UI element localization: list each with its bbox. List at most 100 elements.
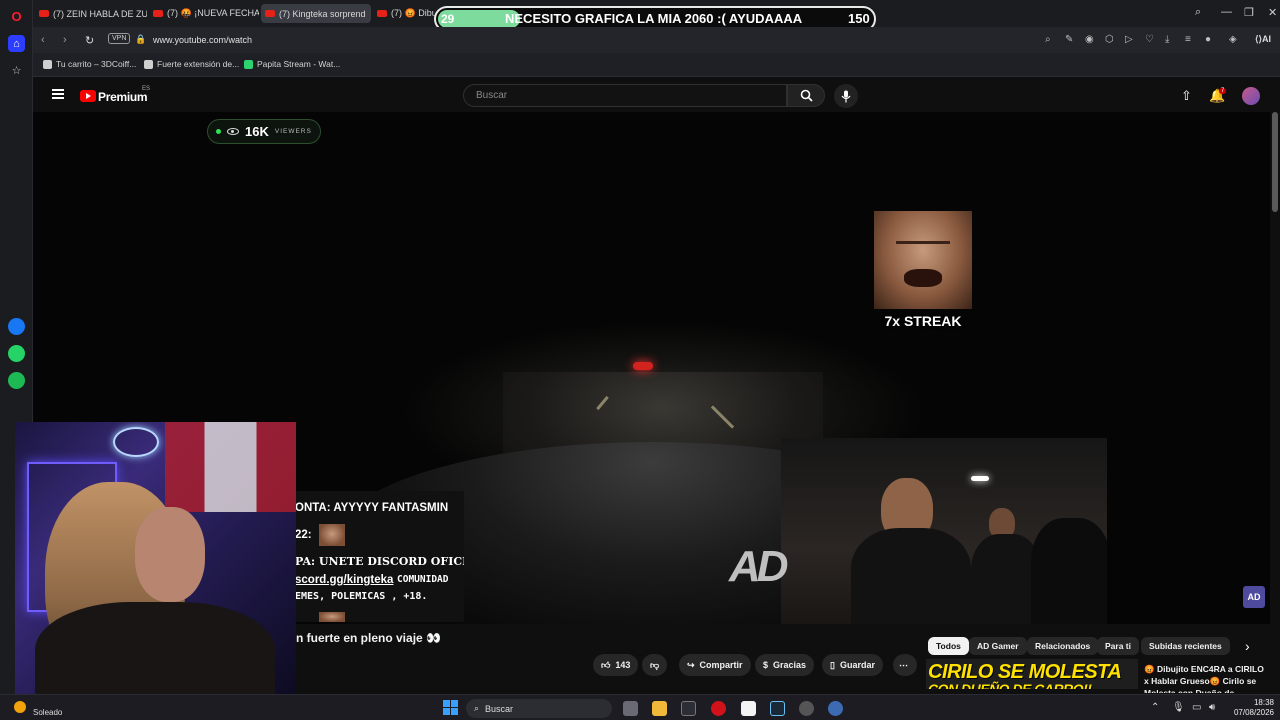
microphone-icon[interactable]: 🎙︎ (1172, 702, 1185, 713)
bookmark-3[interactable]: Papita Stream - Wat... (244, 59, 340, 69)
country-code: ES (142, 86, 151, 92)
edit-icon[interactable]: ✎ (1065, 34, 1073, 45)
live-dot-icon (216, 129, 221, 134)
donation-goal-current: 29 (441, 12, 455, 26)
bookmark-2[interactable]: Fuerte extensión de... (144, 59, 239, 69)
donation-goal-target: 150 (848, 11, 870, 26)
cube-icon[interactable]: ◈ (1229, 34, 1237, 45)
task-view-icon[interactable] (623, 701, 638, 716)
youtube-logo-icon[interactable] (80, 90, 96, 102)
recommended-title[interactable]: 😡 Dibujito ENC4RA a CIRILO x Hablar Grue… (1144, 663, 1264, 693)
shield-icon[interactable]: ⬡ (1105, 34, 1114, 45)
volume-icon[interactable]: 🔊︎ (1209, 702, 1215, 713)
chip-ad-gamer[interactable]: AD Gamer (969, 637, 1027, 655)
vpn-badge[interactable]: VPN (108, 33, 131, 44)
search-icon[interactable]: ⌕ (1045, 34, 1051, 45)
whatsapp-icon[interactable] (8, 345, 25, 362)
dislike-button[interactable]: 👎︎ (642, 654, 668, 676)
download-icon[interactable]: ⤓ (1165, 34, 1169, 45)
tab-1[interactable]: (7) ZEIN HABLA DE ZULLY (35, 4, 147, 23)
channel-watermark[interactable]: AD (1243, 586, 1265, 608)
tab-search-icon[interactable]: ⌕ (1195, 6, 1201, 19)
bookmark-label: Fuerte extensión de... (157, 59, 240, 69)
taskbar-search[interactable]: ⌕ Buscar (466, 699, 612, 718)
streamer-body (35, 602, 275, 709)
search-icon (800, 89, 813, 102)
youtube-header: Premium ES ⇧ 🔔 7 (33, 80, 1280, 112)
star-icon[interactable]: ☆ (8, 62, 25, 79)
bookmark-favicon-icon (244, 59, 253, 69)
like-icon: 👍︎ (601, 659, 611, 670)
scrollbar[interactable] (1272, 112, 1278, 212)
camera-icon[interactable]: ◉ (1085, 34, 1094, 45)
taskbar-search-label: Buscar (485, 703, 514, 714)
steam-icon[interactable] (770, 701, 785, 716)
share-button[interactable]: ↪ Compartir (679, 654, 751, 676)
save-icon: ▯ (830, 659, 835, 670)
recommended-thumbnail[interactable]: CIRILO SE MOLESTA CON DUEÑO DE CARRO!! (926, 659, 1138, 689)
hamburger-menu-icon[interactable] (52, 89, 64, 99)
settings-icon[interactable] (828, 701, 843, 716)
opera-logo-icon[interactable]: O (8, 8, 25, 25)
upload-icon[interactable]: ⇧ (1181, 88, 1192, 104)
aria-ai-button[interactable]: ⟨⟩AI (1255, 34, 1271, 45)
app-icon[interactable] (681, 701, 696, 716)
app-icon[interactable] (799, 701, 814, 716)
tab-2[interactable]: (7) 🤬 ¡NUEVA FECHA par (149, 4, 259, 23)
streamer-face (135, 507, 205, 602)
document-icon[interactable] (741, 701, 756, 716)
search-button[interactable] (787, 84, 825, 107)
youtube-brand[interactable]: Premium (98, 90, 148, 104)
messenger-icon[interactable] (8, 318, 25, 335)
chip-relacionados[interactable]: Relacionados (1027, 637, 1099, 655)
like-button[interactable]: 👍︎ 143 (593, 654, 639, 676)
windows-start-icon[interactable] (443, 700, 458, 715)
microphone-icon (841, 90, 851, 102)
chat-discord-link[interactable]: scord.gg/kingteka (295, 574, 393, 586)
url-field[interactable]: www.youtube.com/watch (153, 35, 252, 45)
restore-icon[interactable]: ❐ (1244, 6, 1254, 19)
tab-4[interactable]: (7) 😡 Dibujit (373, 4, 435, 23)
chip-todos[interactable]: Todos (928, 637, 969, 655)
bookmark-label: Papita Stream - Wat... (257, 59, 341, 69)
chip-subidas-recientes[interactable]: Subidas recientes (1141, 637, 1230, 655)
bookmark-1[interactable]: Tu carrito – 3DCoiff... (43, 59, 136, 69)
person-body (851, 528, 971, 624)
home-icon[interactable]: ⌂ (8, 35, 25, 52)
chip-para-ti[interactable]: Para ti (1097, 637, 1139, 655)
close-icon[interactable]: ✕ (1268, 6, 1277, 19)
file-explorer-icon[interactable] (652, 701, 667, 716)
voice-search-button[interactable] (834, 84, 858, 108)
save-label: Guardar (839, 660, 875, 670)
network-icon[interactable]: ▭ (1192, 702, 1201, 713)
tab-3-active[interactable]: (7) Kingteka sorprend (261, 4, 371, 23)
minimize-icon[interactable]: — (1221, 6, 1232, 18)
save-button[interactable]: ▯ Guardar (822, 654, 883, 676)
more-actions-button[interactable]: ⋯ (893, 654, 917, 676)
system-clock[interactable]: 18:38 07/08/2026 (1226, 698, 1274, 718)
chips-next-icon[interactable]: › (1245, 638, 1250, 654)
profile-icon[interactable]: ● (1205, 34, 1211, 45)
search-input[interactable] (476, 90, 776, 101)
watermark-logo: AD (729, 542, 789, 591)
chat-message: COMUNIDAD (397, 574, 449, 585)
weather-label[interactable]: Soleado (33, 708, 62, 717)
play-icon[interactable]: ▷ (1125, 34, 1133, 45)
spotify-icon[interactable] (8, 372, 25, 389)
neon-sign (113, 427, 159, 457)
heart-icon[interactable]: ♡ (1145, 34, 1154, 45)
tray-expand-icon[interactable]: ⌃ (1151, 702, 1159, 713)
back-icon[interactable]: ‹ (41, 34, 45, 46)
thanks-button[interactable]: $ Gracias (755, 654, 815, 676)
forward-icon[interactable]: › (63, 34, 67, 46)
opera-taskbar-icon[interactable] (711, 701, 726, 716)
clock-time: 18:38 (1253, 698, 1274, 707)
avatar[interactable] (1242, 87, 1260, 105)
eye-icon (227, 128, 239, 135)
reload-icon[interactable]: ↻ (85, 34, 94, 47)
youtube-favicon-icon (265, 10, 275, 17)
menu-icon[interactable]: ≡ (1185, 34, 1191, 45)
ai-label: AI (1262, 34, 1272, 44)
search-box (463, 84, 787, 107)
share-label: Compartir (699, 660, 743, 670)
